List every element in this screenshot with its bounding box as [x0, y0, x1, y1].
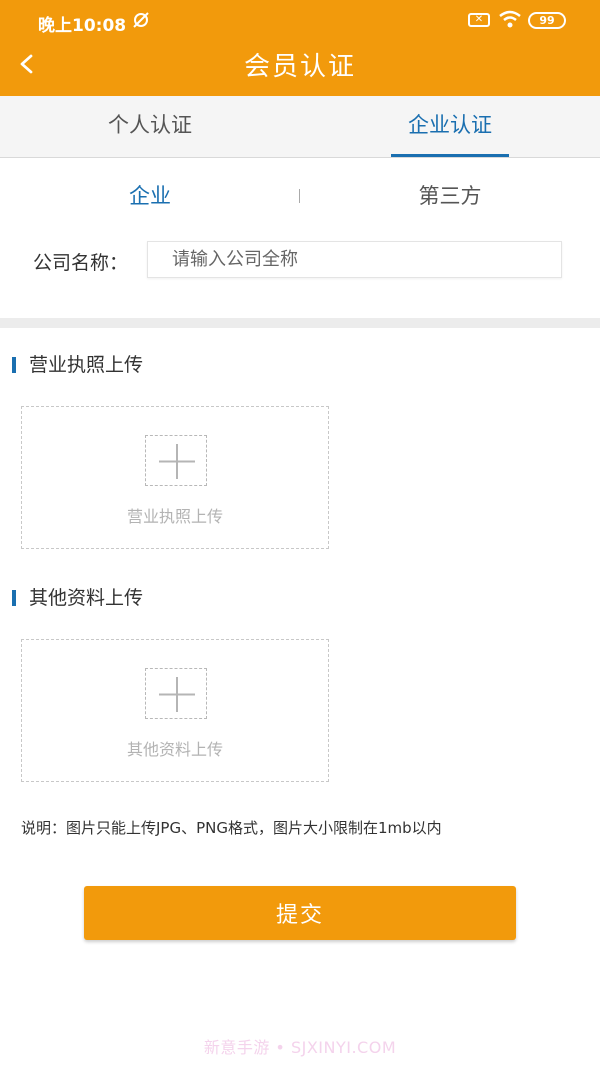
status-time: 晚上10:08: [38, 16, 127, 36]
battery-indicator: 99: [528, 12, 566, 29]
subtab-divider: [299, 189, 300, 203]
status-bar: 晚上10:08 ✕ 99: [0, 0, 600, 42]
tab-personal[interactable]: 个人认证: [0, 96, 300, 158]
header-bar: 会员认证: [0, 42, 600, 96]
business-license-section-title: 营业执照上传: [12, 350, 143, 377]
upload-hint: 其他资料上传: [126, 740, 223, 759]
active-tab-indicator: [391, 154, 509, 157]
no-sim-icon: ✕: [468, 13, 490, 27]
company-name-input[interactable]: [147, 241, 562, 278]
business-license-upload[interactable]: 营业执照上传: [21, 406, 329, 549]
alarm-off-icon: [131, 10, 151, 34]
other-documents-section-title: 其他资料上传: [12, 583, 143, 610]
company-name-label: 公司名称：: [33, 252, 129, 274]
section-marker: [12, 357, 16, 373]
plus-icon: [145, 668, 207, 719]
tab-enterprise[interactable]: 企业认证: [300, 96, 600, 158]
submit-button[interactable]: 提交: [84, 886, 516, 940]
watermark: 新意手游 • SJXINYI.COM: [203, 1038, 397, 1057]
subtab-third-party[interactable]: 第三方: [300, 180, 600, 210]
section-title-text: 营业执照上传: [29, 354, 144, 376]
other-documents-upload[interactable]: 其他资料上传: [21, 639, 329, 782]
enterprise-type-tabs: 企业 第三方: [0, 160, 600, 232]
section-divider: [0, 318, 600, 328]
upload-instructions: 说明：图片只能上传JPG、PNG格式，图片大小限制在1mb以内: [21, 819, 442, 837]
subtab-enterprise[interactable]: 企业: [0, 180, 300, 210]
page-title: 会员认证: [243, 52, 356, 82]
plus-icon: [145, 435, 207, 486]
auth-type-tabs: 个人认证 企业认证: [0, 96, 600, 158]
section-title-text: 其他资料上传: [29, 587, 144, 609]
wifi-icon: [498, 10, 522, 32]
upload-hint: 营业执照上传: [126, 507, 223, 526]
section-marker: [12, 590, 16, 606]
